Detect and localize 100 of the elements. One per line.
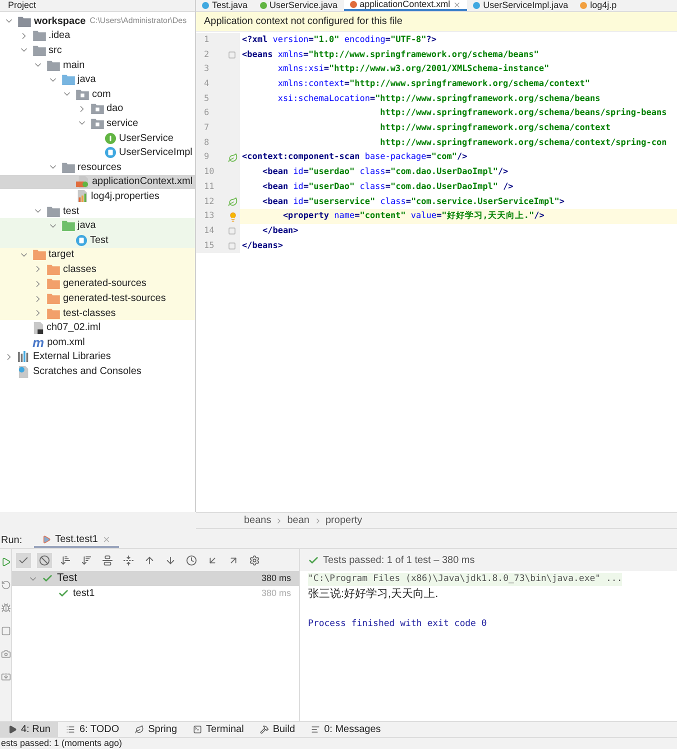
folder-icon — [32, 30, 46, 42]
tree-item[interactable]: target — [0, 248, 195, 262]
tree-item[interactable]: log4j.properties — [0, 189, 195, 204]
code-line: http://www.springframework.org/schema/beans/spring-beans — [379, 107, 667, 120]
tree-item[interactable]: generated-sources — [0, 276, 195, 292]
tree-item[interactable]: dao — [0, 102, 195, 116]
tree-item[interactable]: Test — [0, 232, 195, 248]
test-row[interactable]: test1 380 ms — [12, 586, 299, 601]
tool-window-tab[interactable]: Build — [252, 722, 304, 737]
line-number: 15 — [204, 240, 214, 252]
editor-tab[interactable]: log4j.p — [574, 0, 623, 11]
leaf-icon[interactable] — [228, 152, 238, 163]
check-icon — [42, 573, 53, 584]
tree-item[interactable]: classes — [0, 262, 195, 277]
editor-tab[interactable]: UserService.java — [254, 0, 344, 11]
settings-icon[interactable] — [247, 552, 262, 568]
tree-item[interactable]: src — [0, 43, 195, 58]
collapse-all-icon[interactable] — [121, 552, 136, 568]
tool-window-tab[interactable]: Terminal — [185, 722, 252, 737]
tree-item[interactable]: test — [0, 204, 195, 218]
tree-item[interactable]: resources — [0, 160, 195, 175]
close-icon[interactable] — [453, 0, 462, 8]
code-line: <?xml version="1.0" encoding="UTF-8"?> — [241, 34, 437, 47]
fold-marker-icon[interactable] — [228, 227, 236, 236]
package-icon — [76, 88, 89, 100]
tree-item[interactable]: com — [0, 86, 195, 102]
tree-item-label: UserService — [119, 132, 174, 146]
stop-icon[interactable] — [0, 626, 10, 636]
breadcrumb[interactable]: property — [326, 513, 362, 528]
console-line: Process finished with exit code 0 — [308, 618, 487, 631]
tool-window-tab[interactable]: 6: TODO — [58, 722, 128, 737]
code-line: <beans xmlns="http://www.springframework.org/schema/beans" — [241, 48, 539, 62]
line-number: 6 — [204, 107, 210, 120]
close-icon[interactable] — [102, 534, 111, 544]
tree-item-label: src — [48, 44, 62, 58]
tree-item[interactable]: main — [0, 58, 195, 72]
tree-item-label: service — [106, 116, 138, 131]
breadcrumb[interactable]: bean — [287, 513, 310, 528]
class-icon — [105, 147, 116, 158]
maven-icon: m — [32, 336, 44, 349]
tool-window-tab[interactable]: 0: Messages — [303, 722, 389, 737]
scratches-icon — [18, 366, 30, 378]
test-duration: 380 ms — [261, 586, 291, 600]
tree-item[interactable]: test-classes — [0, 306, 195, 320]
lines-icon — [311, 725, 320, 734]
line-number: 12 — [204, 196, 214, 208]
tree-item-label: com — [92, 88, 111, 102]
tree-item-label: test — [63, 204, 80, 219]
ban-icon[interactable] — [37, 552, 52, 568]
leaf-icon[interactable] — [228, 196, 238, 207]
lightbulb-icon[interactable] — [228, 212, 238, 222]
tree-item[interactable]: ch07_02.iml — [0, 320, 195, 336]
fold-marker-icon[interactable] — [228, 242, 236, 250]
tree-item-label: applicationContext.xml — [92, 175, 193, 190]
tree-item-label: UserServiceImpl — [119, 146, 192, 160]
play-icon[interactable] — [0, 557, 10, 567]
camera-icon[interactable] — [0, 649, 10, 659]
run-label: Run: — [0, 534, 22, 548]
tree-item[interactable]: workspace C:\Users\Administrator\Des — [0, 14, 195, 29]
code-line: </beans> — [241, 240, 283, 252]
editor-tab[interactable]: Test.java — [196, 0, 254, 11]
module-file-icon — [32, 322, 44, 334]
panel-title[interactable]: Project — [8, 1, 36, 10]
tree-item[interactable]: Scratches and Consoles — [0, 364, 195, 379]
tree-item[interactable]: UserServiceImpl — [0, 145, 195, 160]
line-number: 7 — [204, 122, 210, 135]
history-icon[interactable] — [184, 552, 199, 568]
tree-item[interactable]: java — [0, 72, 195, 87]
tree-item-label: pom.xml — [47, 336, 85, 350]
editor-tab[interactable]: UserServiceImpl.java — [467, 0, 574, 11]
tree-item[interactable]: generated-test-sources — [0, 291, 195, 306]
fold-marker-icon[interactable] — [228, 51, 236, 60]
code-line: <bean id="userDao" class="com.dao.UserDaoImpl" /> — [261, 180, 514, 194]
tree-item[interactable]: applicationContext.xml — [0, 174, 195, 190]
check-icon[interactable] — [16, 552, 31, 568]
debug-icon[interactable] — [0, 603, 10, 613]
breadcrumb[interactable]: beans — [244, 513, 272, 528]
editor-tab[interactable]: applicationContext.xml — [344, 0, 468, 11]
rerun-icon[interactable] — [0, 580, 10, 590]
test-duration: 380 ms — [261, 572, 291, 585]
tree-item-label: main — [63, 58, 85, 73]
folder-icon — [32, 44, 46, 56]
tree-item-label: test-classes — [63, 306, 116, 321]
list-icon — [66, 725, 76, 734]
tree-item[interactable]: External Libraries — [0, 350, 195, 364]
line-number: 4 — [204, 78, 210, 91]
package-icon — [90, 118, 104, 129]
tool-window-tab[interactable]: Spring — [127, 722, 186, 737]
tree-item[interactable]: m pom.xml — [0, 335, 195, 350]
status-bar-text: ests passed: 1 (moments ago) — [0, 739, 122, 748]
tree-item[interactable]: service — [0, 116, 195, 131]
code-line: xmlns:xsi="http://www.w3.org/2001/XMLSchema-instance" — [276, 63, 550, 76]
package-icon — [90, 103, 104, 114]
test-row[interactable]: Test 380 ms — [12, 571, 299, 586]
tree-item[interactable]: .idea — [0, 28, 195, 44]
tree-item[interactable]: UserService — [0, 130, 195, 146]
check-icon — [58, 588, 69, 599]
tree-item[interactable]: java — [0, 218, 195, 233]
test-name: Test — [57, 571, 78, 586]
tool-window-tab[interactable]: 4: Run — [0, 722, 58, 737]
